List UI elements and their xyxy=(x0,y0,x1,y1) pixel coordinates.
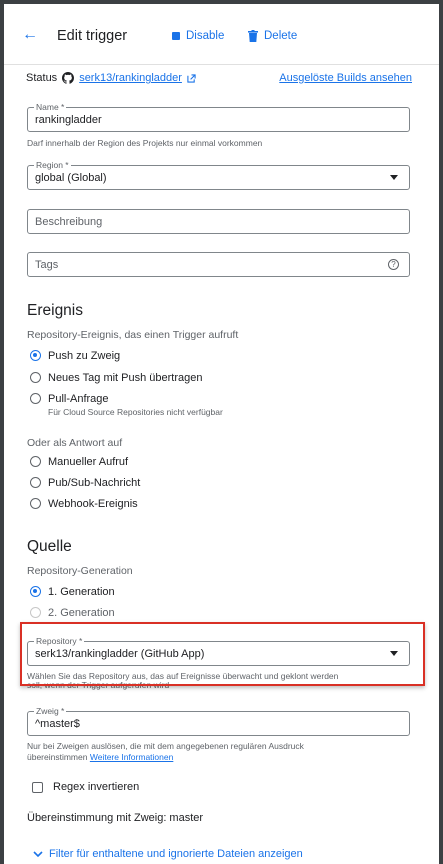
radio-gen1[interactable]: 1. Generation xyxy=(30,586,115,598)
event-heading: Ereignis xyxy=(27,302,83,319)
name-field[interactable]: Name * rankingladder xyxy=(27,102,410,132)
show-file-filter-button[interactable]: Filter für enthaltene und ignorierte Dat… xyxy=(33,848,303,860)
status-label: Status xyxy=(26,72,58,84)
radio-label: Neues Tag mit Push übertragen xyxy=(48,372,203,384)
radio-unselected-icon[interactable] xyxy=(30,393,41,404)
repo-link[interactable]: serk13/rankingladder xyxy=(79,72,182,84)
radio-selected-icon[interactable] xyxy=(30,586,41,597)
github-icon xyxy=(62,72,75,84)
page-header: ← Edit trigger Disable Delete xyxy=(4,4,439,65)
radio-label: 1. Generation xyxy=(48,586,115,598)
radio-label: Manueller Aufruf xyxy=(48,456,129,468)
region-select-value: global (Global) xyxy=(35,172,107,184)
help-icon[interactable]: ? xyxy=(388,259,399,270)
branch-help-prefix: übereinstimmen xyxy=(27,752,88,762)
branch-input-label: Zweig * xyxy=(34,706,67,716)
invert-regex-label: Regex invertieren xyxy=(53,781,140,793)
radio-push-tag[interactable]: Neues Tag mit Push übertragen xyxy=(30,372,203,384)
description-placeholder: Beschreibung xyxy=(35,216,103,228)
trash-icon xyxy=(248,30,258,42)
radio-label: 2. Generation xyxy=(48,607,115,619)
show-file-filter-label: Filter für enthaltene und ignorierte Dat… xyxy=(49,848,303,860)
branch-help-line: übereinstimmen Weitere Informationen xyxy=(27,752,304,763)
description-input[interactable]: Beschreibung xyxy=(27,209,410,234)
delete-button[interactable]: Delete xyxy=(248,30,297,42)
name-field-help: Darf innerhalb der Region des Projekts n… xyxy=(27,138,263,148)
chevron-down-icon xyxy=(33,850,43,857)
radio-gen2[interactable]: 2. Generation xyxy=(30,607,115,619)
checkbox-icon[interactable] xyxy=(32,781,43,793)
radio-webhook[interactable]: Webhook-Ereignis xyxy=(30,498,138,510)
branch-input-value: ^master$ xyxy=(35,718,80,730)
disable-button[interactable]: Disable xyxy=(172,30,224,42)
region-select[interactable]: Region * global (Global) xyxy=(27,160,410,190)
tags-placeholder: Tags xyxy=(35,259,59,271)
region-select-label: Region * xyxy=(34,160,71,170)
branch-help-line: Nur bei Zweigen auslösen, die mit dem an… xyxy=(27,741,304,751)
learn-more-link[interactable]: Weitere Informationen xyxy=(90,752,173,762)
triggered-builds-link[interactable]: Ausgelöste Builds ansehen xyxy=(279,72,412,84)
status-row: Status serk13/rankingladder xyxy=(26,72,196,84)
branch-input[interactable]: Zweig * ^master$ xyxy=(27,706,410,736)
radio-unselected-icon[interactable] xyxy=(30,477,41,488)
radio-unselected-icon[interactable] xyxy=(30,498,41,509)
event-subheading: Repository-Ereignis, das einen Trigger a… xyxy=(27,329,239,341)
radio-label: Webhook-Ereignis xyxy=(48,498,138,510)
branch-help: Nur bei Zweigen auslösen, die mit dem an… xyxy=(27,741,304,763)
page-title: Edit trigger xyxy=(57,28,128,44)
name-field-value: rankingladder xyxy=(35,114,102,126)
radio-label: Push zu Zweig xyxy=(48,350,121,362)
back-arrow-icon[interactable]: ← xyxy=(22,26,38,44)
highlight-box xyxy=(20,622,425,686)
external-link-icon[interactable] xyxy=(187,73,196,83)
delete-label: Delete xyxy=(264,30,298,42)
radio-unselected-icon[interactable] xyxy=(30,372,41,383)
radio-label: Pull-Anfrage xyxy=(48,393,109,405)
repo-generation-subheading: Repository-Generation xyxy=(27,565,133,577)
dropdown-arrow-icon xyxy=(390,175,398,180)
alt-event-subheading: Oder als Antwort auf xyxy=(27,437,123,449)
radio-pubsub[interactable]: Pub/Sub-Nachricht xyxy=(30,477,140,489)
radio-unselected-icon[interactable] xyxy=(30,456,41,467)
radio-note: Für Cloud Source Repositories nicht verf… xyxy=(48,407,223,417)
stop-square-icon xyxy=(172,32,180,40)
source-heading: Quelle xyxy=(27,538,72,555)
radio-pull-request[interactable]: Pull-Anfrage Für Cloud Source Repositori… xyxy=(30,393,223,417)
name-field-label: Name * xyxy=(34,102,67,112)
window-frame-right xyxy=(439,0,443,864)
radio-selected-icon[interactable] xyxy=(30,350,41,361)
tags-input[interactable]: Tags ? xyxy=(27,252,410,277)
branch-match-text: Übereinstimmung mit Zweig: master xyxy=(27,812,204,824)
invert-regex-checkbox[interactable]: Regex invertieren xyxy=(32,781,139,793)
radio-manual[interactable]: Manueller Aufruf xyxy=(30,456,128,468)
radio-unselected-icon[interactable] xyxy=(30,607,41,618)
window-frame-left xyxy=(0,0,4,864)
radio-push-branch[interactable]: Push zu Zweig xyxy=(30,350,120,362)
radio-label: Pub/Sub-Nachricht xyxy=(48,477,141,489)
disable-label: Disable xyxy=(186,30,225,42)
